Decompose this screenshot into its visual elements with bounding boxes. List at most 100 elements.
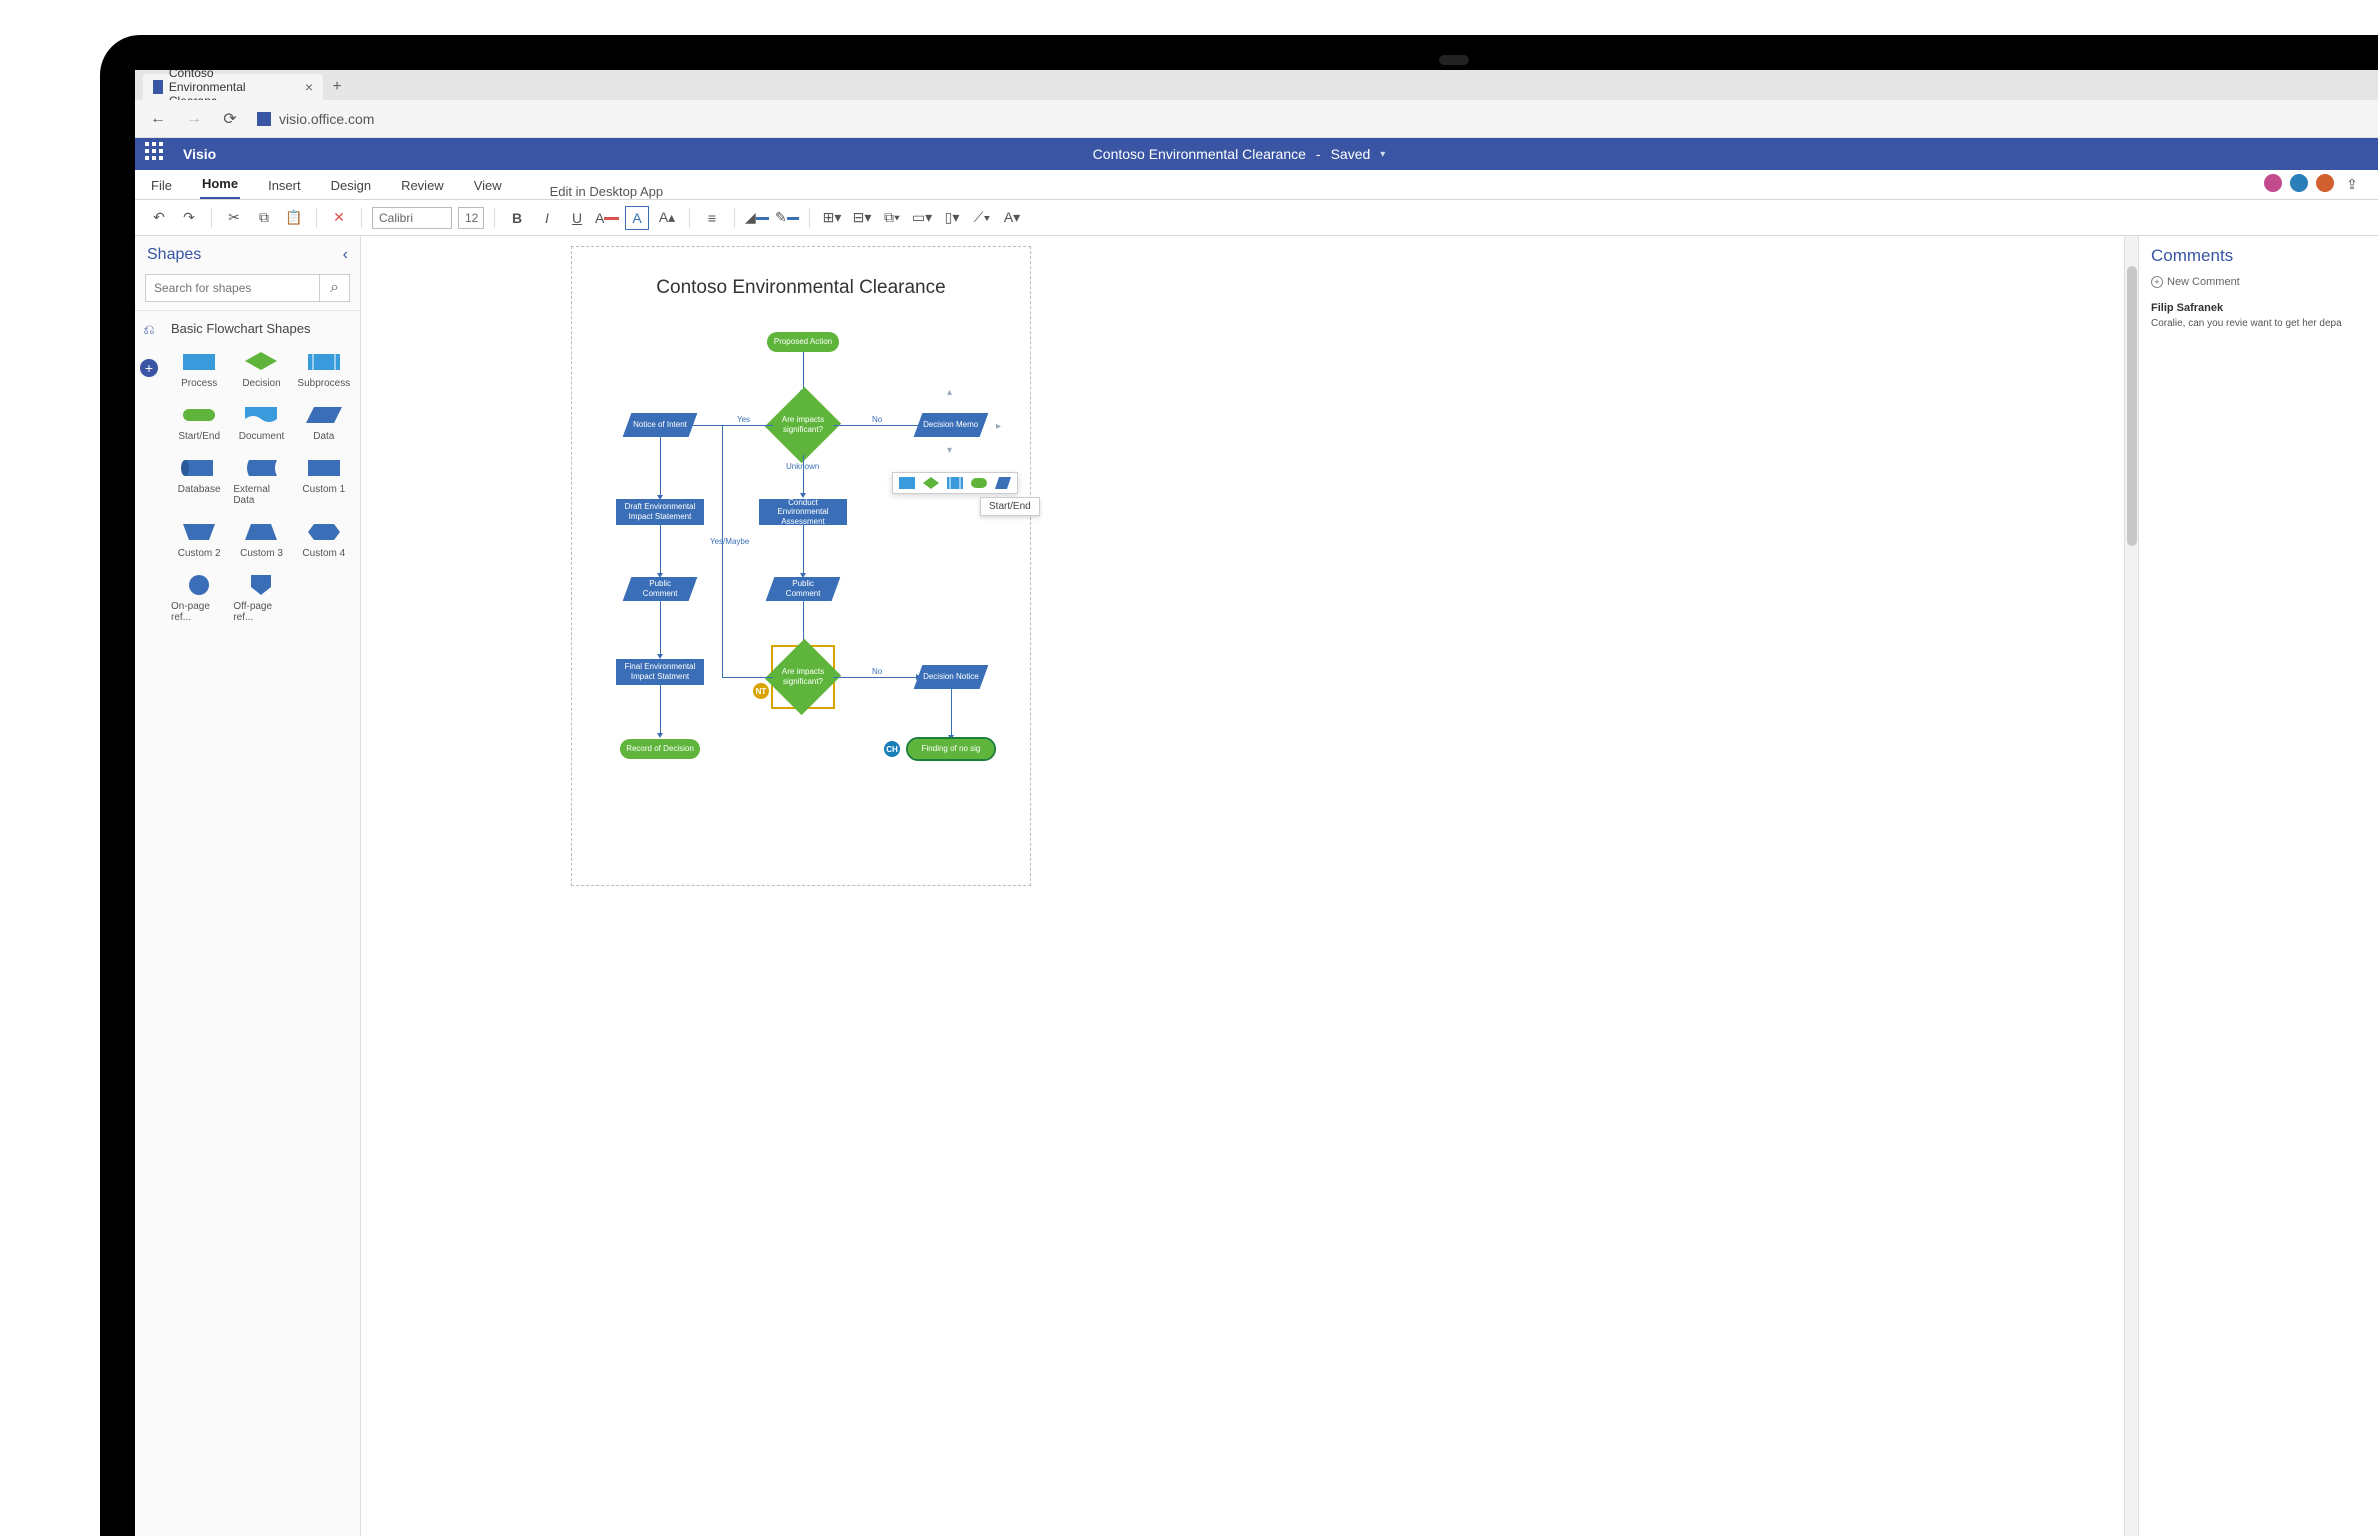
back-button[interactable]: ← bbox=[149, 110, 167, 128]
node-public-comment-left[interactable]: Public Comment bbox=[623, 577, 698, 601]
collapse-icon[interactable]: ‹ bbox=[343, 246, 348, 264]
shape-process[interactable]: Process bbox=[171, 350, 227, 389]
underline-button[interactable]: U bbox=[565, 206, 589, 230]
avatar[interactable] bbox=[2314, 172, 2336, 194]
visio-favicon-icon bbox=[257, 112, 271, 126]
vertical-scrollbar[interactable] bbox=[2124, 236, 2138, 1536]
delete-button[interactable]: ✕ bbox=[327, 206, 351, 230]
shape-database[interactable]: Database bbox=[171, 456, 227, 506]
node-impacts-decision-1[interactable]: Are impacts significant? bbox=[773, 395, 833, 455]
search-icon[interactable]: ⌕ bbox=[319, 275, 349, 301]
app-header: Visio Contoso Environmental Clearance - … bbox=[135, 138, 2378, 170]
node-impacts-decision-2[interactable]: Are impacts significant? bbox=[773, 647, 833, 707]
shape-data[interactable]: Data bbox=[296, 403, 352, 442]
shapes-search: ⌕ bbox=[145, 274, 350, 302]
node-conduct-assessment[interactable]: Conduct Environmental Assessment bbox=[759, 499, 847, 525]
stencil-rail: ⎌ + bbox=[135, 311, 163, 1536]
shape-start-end[interactable]: Start/End bbox=[171, 403, 227, 442]
comment-author: Filip Safranek bbox=[2151, 302, 2366, 314]
font-size-select[interactable]: 12 bbox=[458, 207, 484, 229]
qs-terminator-icon[interactable] bbox=[971, 477, 987, 489]
node-proposed-action[interactable]: Proposed Action bbox=[767, 332, 839, 352]
bold-button[interactable]: B bbox=[505, 206, 529, 230]
shape-external-data[interactable]: External Data bbox=[233, 456, 289, 506]
node-notice-of-intent[interactable]: Notice of Intent bbox=[623, 413, 698, 437]
node-decision-notice[interactable]: Decision Notice bbox=[914, 665, 989, 689]
shapes-search-input[interactable] bbox=[146, 275, 319, 301]
close-icon[interactable]: × bbox=[305, 79, 313, 95]
tab-review[interactable]: Review bbox=[399, 172, 446, 199]
fill-color-button[interactable]: ◢ bbox=[745, 206, 769, 230]
connector-button[interactable]: ⟋▾ bbox=[970, 206, 994, 230]
align-button[interactable]: ≡ bbox=[700, 206, 724, 230]
bring-front-button[interactable]: ▭▾ bbox=[910, 206, 934, 230]
node-public-comment-right[interactable]: Public Comment bbox=[766, 577, 841, 601]
font-color-button[interactable]: A bbox=[595, 206, 619, 230]
canvas[interactable]: Contoso Environmental Clearance Proposed… bbox=[361, 236, 2138, 1536]
shape-onpage-ref[interactable]: On-page ref... bbox=[171, 573, 227, 623]
shape-custom-1[interactable]: Custom 1 bbox=[296, 456, 352, 506]
tab-view[interactable]: View bbox=[472, 172, 504, 199]
qs-process-icon[interactable] bbox=[899, 477, 915, 489]
send-back-button[interactable]: ▯▾ bbox=[940, 206, 964, 230]
paste-button[interactable]: 📋 bbox=[282, 206, 306, 230]
app-launcher-icon[interactable] bbox=[145, 142, 169, 166]
autoconnect-arrow-icon[interactable]: ▸ bbox=[996, 421, 1001, 432]
edit-in-desktop-button[interactable]: Edit in Desktop App bbox=[550, 184, 663, 199]
autoconnect-arrow-icon[interactable]: ▴ bbox=[947, 387, 952, 398]
italic-button[interactable]: I bbox=[535, 206, 559, 230]
tab-design[interactable]: Design bbox=[329, 172, 373, 199]
align-shapes-button[interactable]: ⊞▾ bbox=[820, 206, 844, 230]
group-button[interactable]: ⧉▾ bbox=[880, 206, 904, 230]
shape-custom-4[interactable]: Custom 4 bbox=[296, 520, 352, 559]
share-button[interactable]: ⇪ bbox=[2340, 172, 2364, 196]
font-size-increase-button[interactable]: A▴ bbox=[655, 206, 679, 230]
qs-subprocess-icon[interactable] bbox=[947, 477, 963, 489]
shape-subprocess[interactable]: Subprocess bbox=[296, 350, 352, 389]
font-name-select[interactable]: Calibri bbox=[372, 207, 452, 229]
edge-label-no-2: No bbox=[872, 667, 882, 676]
refresh-button[interactable]: ⟳ bbox=[221, 109, 239, 129]
url-box[interactable]: visio.office.com bbox=[257, 111, 2364, 127]
cut-button[interactable]: ✂ bbox=[222, 206, 246, 230]
browser-tab[interactable]: Contoso Environmental Clearanc × bbox=[143, 74, 323, 100]
stencil-icon[interactable]: ⎌ bbox=[139, 319, 159, 339]
shape-document[interactable]: Document bbox=[233, 403, 289, 442]
node-final-eis[interactable]: Final Environmental Impact Statment bbox=[616, 659, 704, 685]
connector bbox=[803, 525, 804, 575]
connector bbox=[833, 425, 918, 426]
shape-custom-2[interactable]: Custom 2 bbox=[171, 520, 227, 559]
connector bbox=[833, 677, 918, 678]
add-stencil-button[interactable]: + bbox=[140, 359, 158, 377]
shape-decision[interactable]: Decision bbox=[233, 350, 289, 389]
qs-decision-icon[interactable] bbox=[923, 477, 939, 489]
new-comment-button[interactable]: + New Comment bbox=[2151, 276, 2366, 288]
qs-data-icon[interactable] bbox=[995, 477, 1011, 489]
autoconnect-arrow-icon[interactable]: ▾ bbox=[947, 445, 952, 456]
shape-offpage-ref[interactable]: Off-page ref... bbox=[233, 573, 289, 623]
tab-file[interactable]: File bbox=[149, 172, 174, 199]
new-tab-button[interactable]: + bbox=[323, 74, 351, 100]
node-record-of-decision[interactable]: Record of Decision bbox=[620, 739, 700, 759]
node-draft-eis[interactable]: Draft Environmental Impact Statement bbox=[616, 499, 704, 525]
position-button[interactable]: ⊟▾ bbox=[850, 206, 874, 230]
tab-insert[interactable]: Insert bbox=[266, 172, 303, 199]
undo-button[interactable]: ↶ bbox=[147, 206, 171, 230]
scrollbar-thumb[interactable] bbox=[2127, 266, 2137, 546]
avatar[interactable] bbox=[2262, 172, 2284, 194]
shape-custom-3[interactable]: Custom 3 bbox=[233, 520, 289, 559]
comment-thread[interactable]: Filip Safranek Coralie, can you revie wa… bbox=[2151, 302, 2366, 331]
avatar[interactable] bbox=[2288, 172, 2310, 194]
workspace: Shapes ‹ ⌕ ⎌ + Basic Flowchart Shapes Pr… bbox=[135, 236, 2378, 1536]
node-finding-no-sig[interactable]: Finding of no sig bbox=[908, 739, 994, 759]
forward-button[interactable]: → bbox=[185, 110, 203, 128]
line-color-button[interactable]: ✎ bbox=[775, 206, 799, 230]
node-decision-memo[interactable]: Decision Memo bbox=[914, 413, 989, 437]
drawing-page[interactable]: Contoso Environmental Clearance Proposed… bbox=[571, 246, 1031, 886]
copy-button[interactable]: ⧉ bbox=[252, 206, 276, 230]
text-button[interactable]: A▾ bbox=[1000, 206, 1024, 230]
tab-home[interactable]: Home bbox=[200, 170, 240, 199]
document-title[interactable]: Contoso Environmental Clearance - Saved … bbox=[1093, 146, 1386, 162]
highlight-button[interactable]: A bbox=[625, 206, 649, 230]
redo-button[interactable]: ↷ bbox=[177, 206, 201, 230]
